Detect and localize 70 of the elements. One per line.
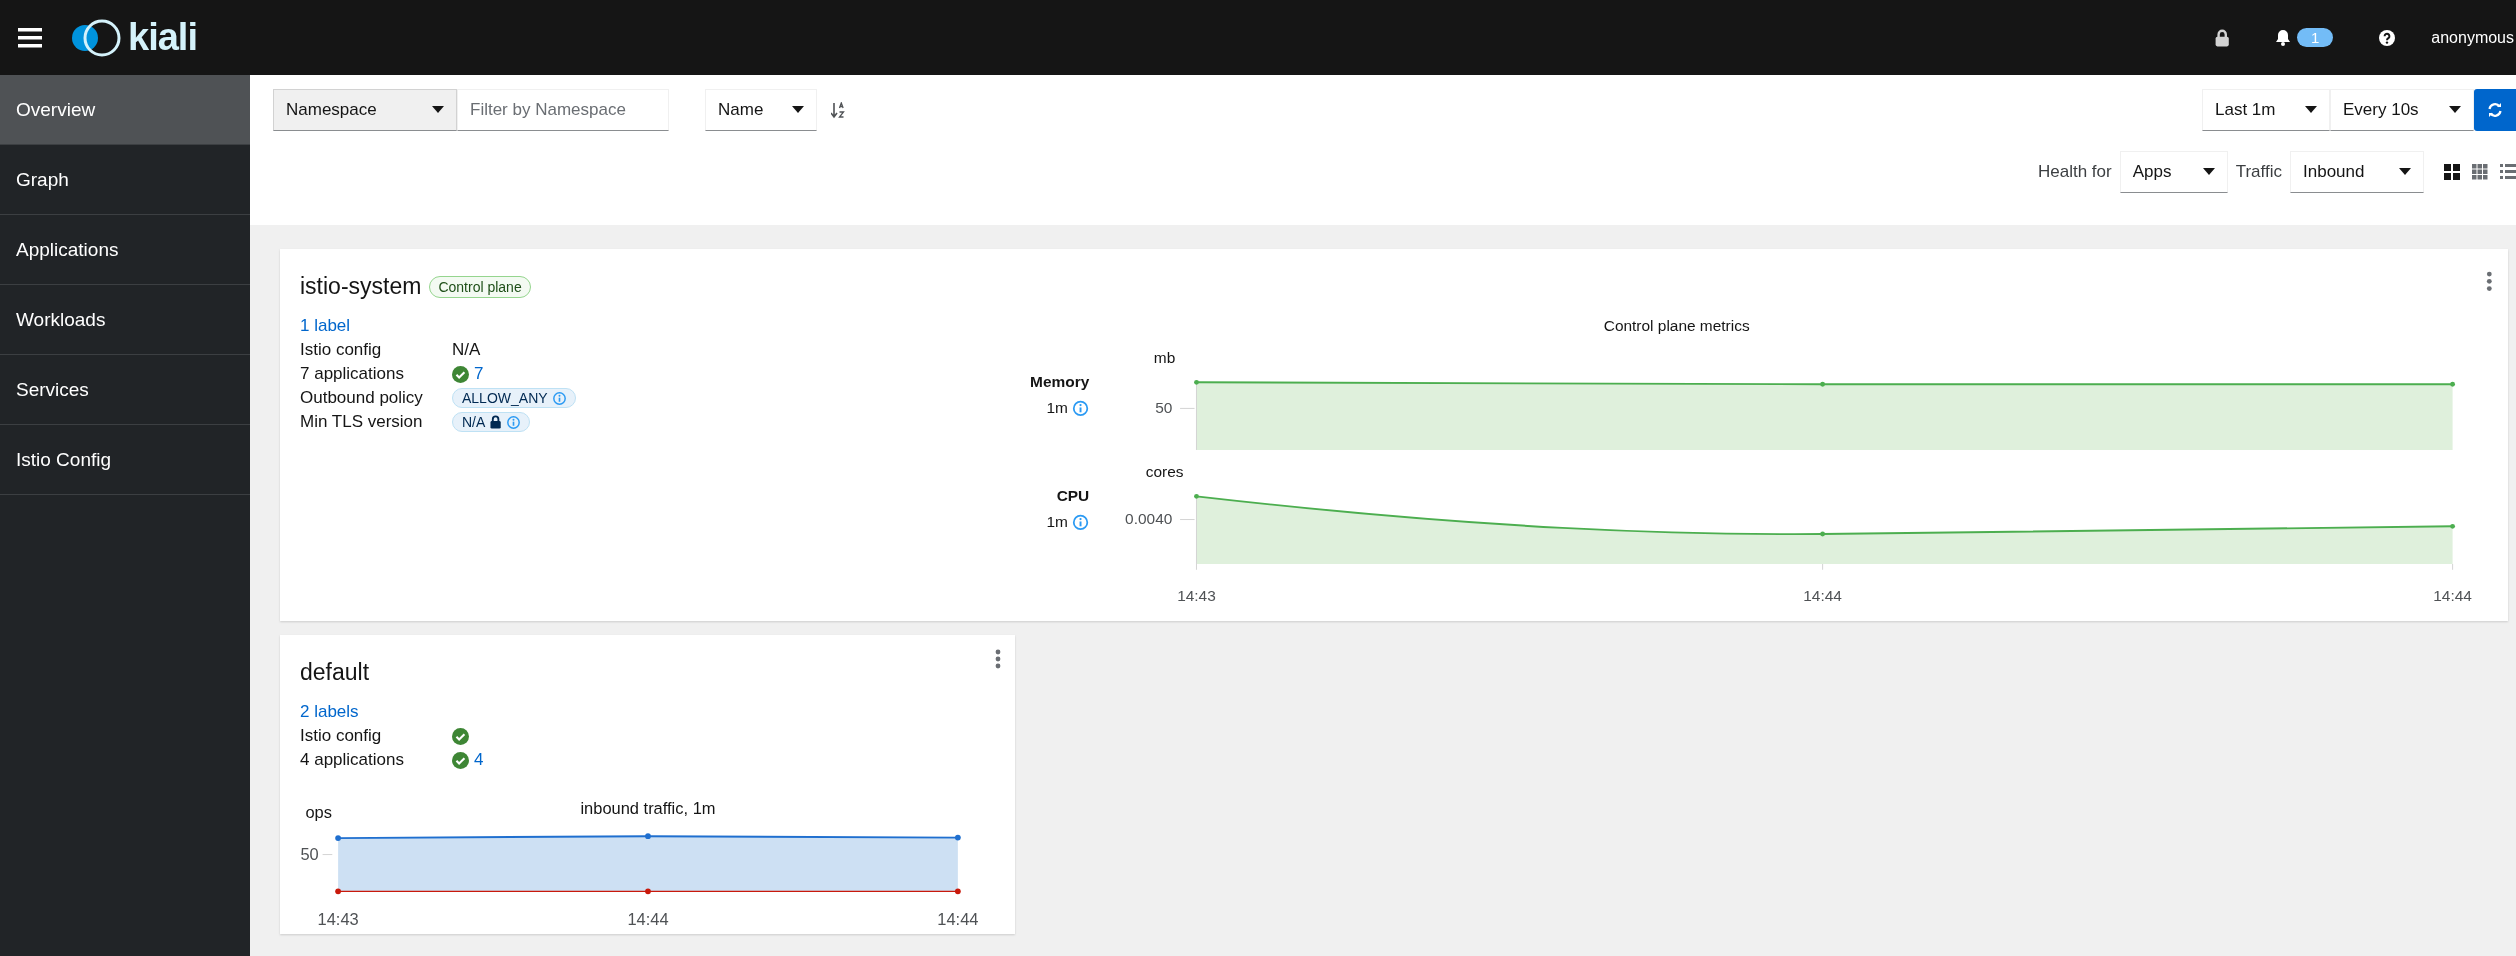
sort-dropdown[interactable]: Name <box>705 89 817 131</box>
refresh-icon <box>2487 102 2503 118</box>
namespace-title: istio-system <box>300 273 422 300</box>
y-tick-label: 50 <box>1155 399 1173 417</box>
info-icon[interactable] <box>506 415 520 429</box>
labels-link[interactable]: 1 label <box>300 316 351 335</box>
traffic-label: Traffic <box>2235 162 2282 182</box>
x-tick-label: 14:43 <box>1177 586 1216 604</box>
chart-title: inbound traffic, 1m <box>580 799 716 818</box>
control-plane-label: Control plane <box>429 275 531 298</box>
row-label: 4 applications <box>300 750 405 770</box>
caret-icon <box>2399 168 2411 176</box>
caret-icon <box>432 106 444 114</box>
help-icon[interactable] <box>2379 29 2396 46</box>
labels-link[interactable]: 2 labels <box>300 702 359 721</box>
health-for-dropdown[interactable]: Apps <box>2119 151 2228 193</box>
user-menu[interactable]: anonymous <box>2431 28 2514 47</box>
row-label: Istio config <box>300 340 383 360</box>
unit-label: cores <box>1145 463 1184 481</box>
unit-label: mb <box>1153 349 1176 366</box>
policy-tag: N/A <box>452 412 530 432</box>
count-link[interactable]: 4 <box>474 750 484 770</box>
row-label: Min TLS version <box>300 412 424 432</box>
unit-label: ops <box>305 803 332 822</box>
brand-name: kiali <box>128 16 197 59</box>
filter-input[interactable]: Filter by Namespace <box>457 89 669 131</box>
lock-icon <box>2214 28 2229 47</box>
count-link[interactable]: 7 <box>474 364 484 384</box>
time-range-dropdown[interactable]: Last 1m <box>2202 89 2330 131</box>
row-label: Istio config <box>300 726 383 746</box>
info-icon[interactable] <box>1072 514 1089 531</box>
y-tick-mark <box>322 854 333 856</box>
bell-icon[interactable] <box>2274 29 2291 46</box>
value-text: N/A <box>452 340 482 360</box>
chart-title: Control plane metrics <box>1603 317 1750 335</box>
caret-icon <box>2449 106 2461 114</box>
refresh-button[interactable] <box>2474 89 2516 131</box>
metric-name: Memory <box>1030 373 1090 391</box>
sidebar-item[interactable]: Overview <box>0 75 250 145</box>
metric-name: CPU <box>1056 487 1090 505</box>
y-tick-label: 0.0040 <box>1125 510 1173 528</box>
x-tick-label: 14:43 <box>317 909 359 928</box>
large-grid-view-icon[interactable] <box>2444 164 2460 180</box>
namespace-title: default <box>300 659 370 686</box>
kebab-menu-icon[interactable] <box>2486 271 2492 292</box>
caret-icon <box>2202 168 2215 176</box>
metric-period: 1m <box>1046 513 1068 531</box>
kebab-menu-icon[interactable] <box>995 649 1001 669</box>
caret-icon <box>2305 106 2317 114</box>
health-for-label: Health for <box>2038 162 2112 182</box>
y-tick-label: 50 <box>300 845 319 864</box>
small-grid-view-icon[interactable] <box>2472 164 2488 180</box>
menu-icon[interactable] <box>18 27 42 48</box>
info-icon[interactable] <box>1072 400 1089 417</box>
info-icon[interactable] <box>552 391 566 405</box>
metric-period: 1m <box>1046 399 1068 417</box>
row-label: 7 applications <box>300 364 405 384</box>
caret-icon <box>792 106 804 114</box>
refresh-interval-dropdown[interactable]: Every 10s <box>2330 89 2474 131</box>
lock-icon <box>490 415 502 429</box>
traffic-dropdown[interactable]: Inbound <box>2290 151 2424 193</box>
x-tick-label: 14:44 <box>627 909 669 928</box>
filter-type-dropdown[interactable]: Namespace <box>273 89 457 131</box>
row-label: Outbound policy <box>300 388 424 408</box>
list-view-icon[interactable] <box>2500 164 2516 180</box>
x-tick-label: 14:44 <box>1803 586 1842 604</box>
x-tick-label: 14:44 <box>2433 586 2472 604</box>
x-tick-label: 14:44 <box>937 909 979 928</box>
policy-tag: ALLOW_ANY <box>452 388 576 408</box>
sort-icon[interactable] <box>831 101 845 119</box>
